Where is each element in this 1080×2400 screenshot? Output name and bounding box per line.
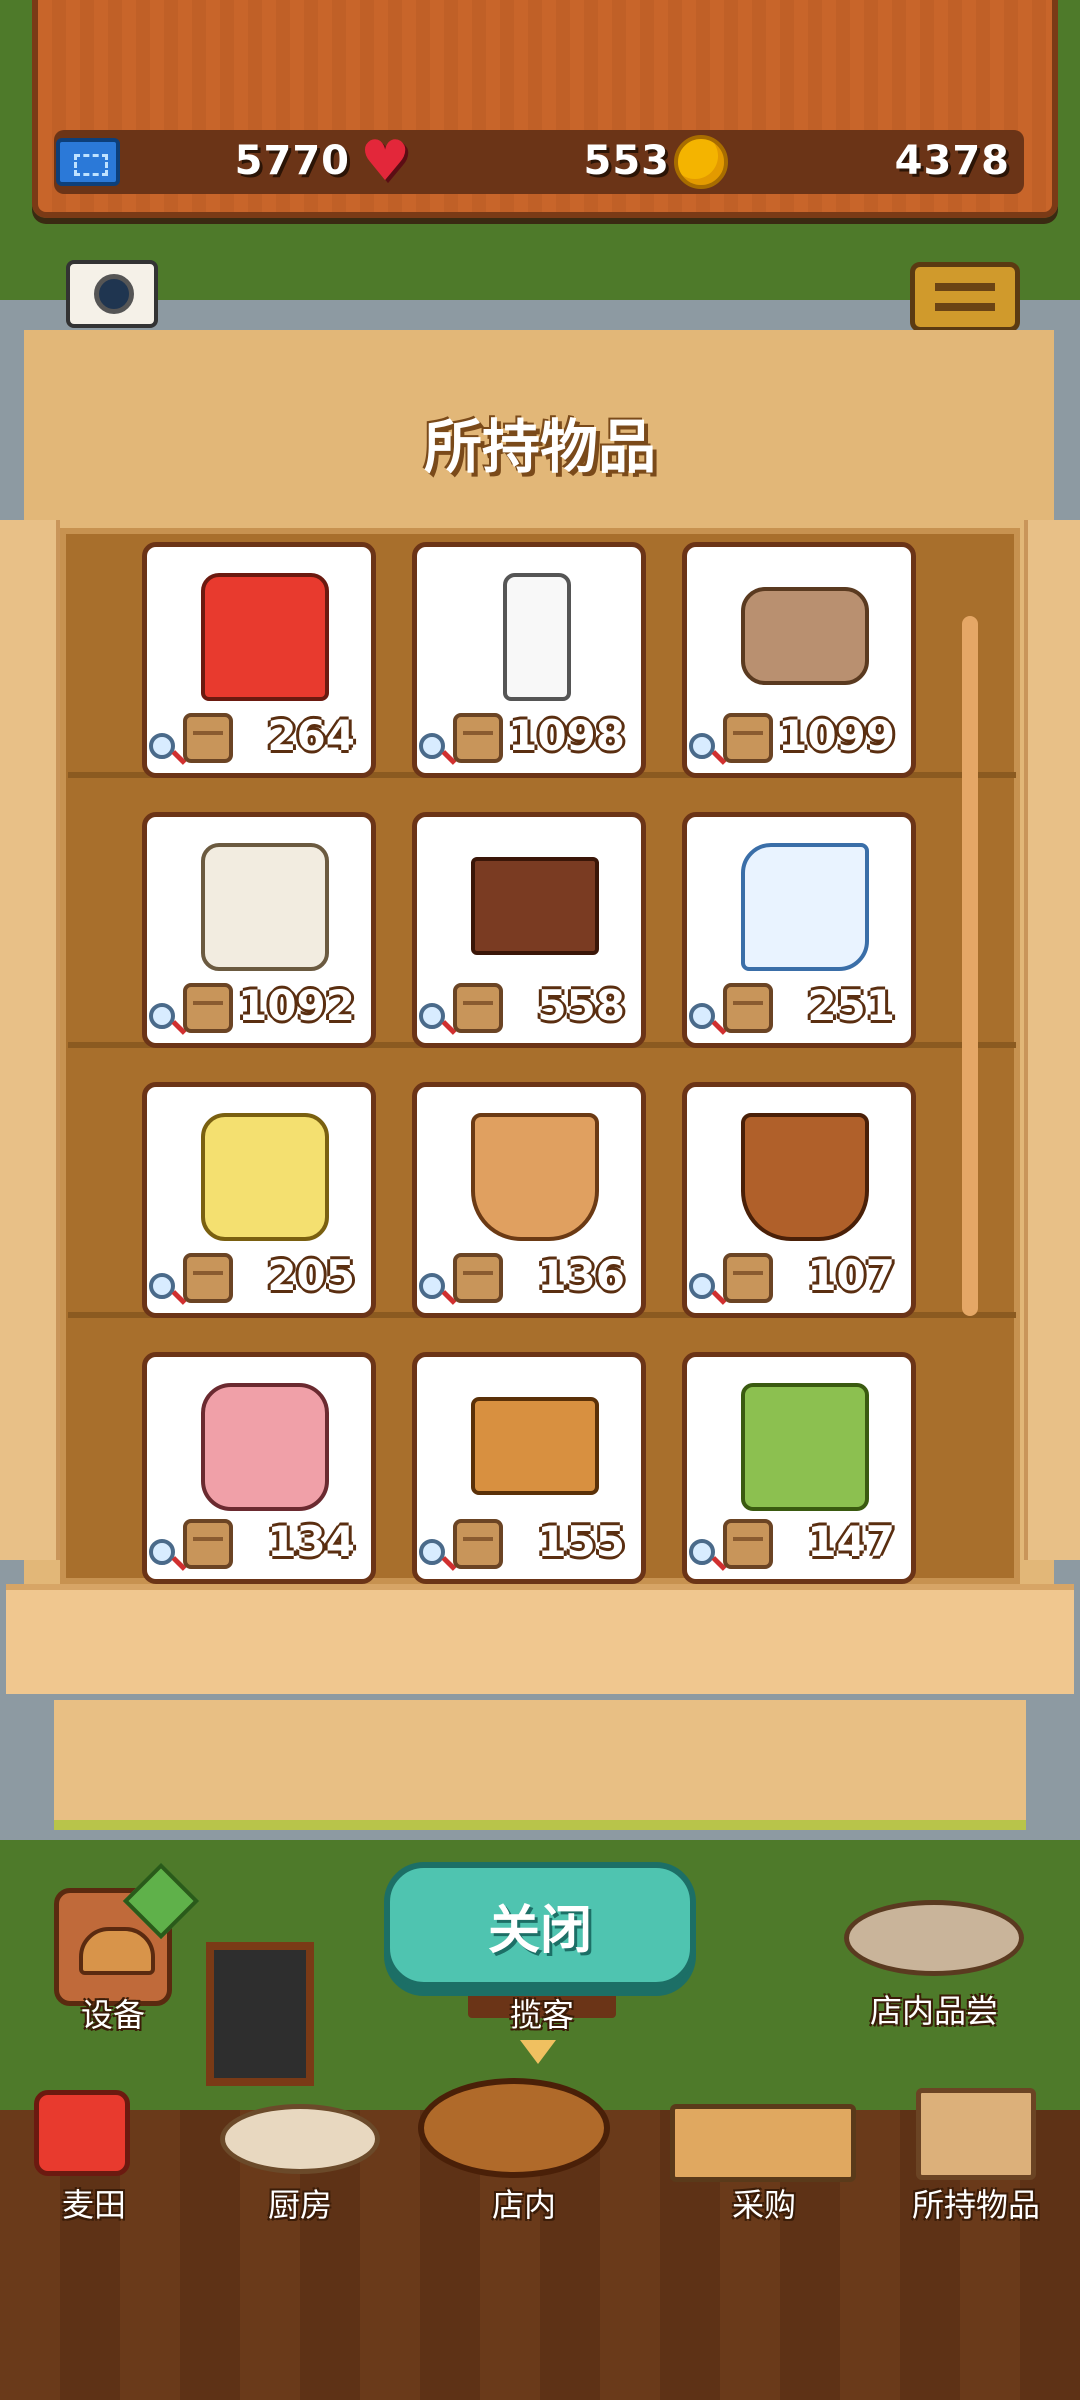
egg-sack-icon <box>741 587 869 685</box>
nav-item-inventory[interactable]: 所持物品 <box>896 2180 1056 2226</box>
scrollbar[interactable] <box>962 616 978 1316</box>
box-flap-right <box>1024 520 1080 1560</box>
flour-bag-icon <box>201 573 329 701</box>
box-icon <box>453 1253 503 1303</box>
wheat-field-icon[interactable] <box>34 2090 130 2176</box>
camera-button[interactable] <box>66 260 158 328</box>
box-flap-left <box>0 520 60 1560</box>
box-icon <box>183 1253 233 1303</box>
item-card[interactable]: 251 <box>682 812 916 1048</box>
equipment-label: 设备 <box>80 1996 145 2034</box>
nav-item-kitchen[interactable]: 厨房 <box>240 2180 360 2226</box>
cheese-butter-icon <box>201 1113 329 1241</box>
magnify-icon <box>419 1273 445 1299</box>
sugar-jar-icon <box>201 843 329 971</box>
item-card[interactable]: 155 <box>412 1352 646 1584</box>
item-card[interactable]: 147 <box>682 1352 916 1584</box>
panel-title: 所持物品 <box>423 413 656 481</box>
box-icon <box>723 1519 773 1569</box>
item-count: 155 <box>537 1517 625 1566</box>
heart-icon: ♥ <box>360 129 411 194</box>
item-count: 558 <box>537 981 625 1030</box>
magnify-icon <box>149 1273 175 1299</box>
box-icon <box>453 1519 503 1569</box>
item-card[interactable]: 1099 <box>682 542 916 778</box>
item-count: 1098 <box>508 711 625 760</box>
inventory-box-front <box>6 1584 1074 1694</box>
down-arrow-icon <box>520 2040 556 2064</box>
item-card[interactable]: 136 <box>412 1082 646 1318</box>
ticket-stat: 5770 <box>54 130 364 194</box>
purchase-icon[interactable] <box>670 2104 856 2182</box>
item-count: 136 <box>537 1251 625 1300</box>
store-icon[interactable] <box>418 2078 610 2178</box>
oil-bottles-icon <box>741 1383 869 1511</box>
camera-icon <box>94 274 134 314</box>
box-icon <box>183 983 233 1033</box>
box-icon <box>723 983 773 1033</box>
meat-icon <box>201 1383 329 1511</box>
heart-stat: ♥ 553 <box>354 130 684 194</box>
box-icon <box>183 1519 233 1569</box>
box-icon <box>723 1253 773 1303</box>
box-icon <box>453 983 503 1033</box>
fruit-basket-icon <box>471 1113 599 1241</box>
magnify-icon <box>419 1539 445 1565</box>
item-card[interactable]: 205 <box>142 1082 376 1318</box>
magnify-icon <box>689 1273 715 1299</box>
item-count: 134 <box>267 1517 355 1566</box>
item-count: 205 <box>267 1251 355 1300</box>
magnify-icon <box>689 733 715 759</box>
item-count: 147 <box>807 1517 895 1566</box>
nav-item-store[interactable]: 店内 <box>464 2180 584 2226</box>
menu-board-icon[interactable] <box>206 1942 314 2086</box>
menu-button[interactable] <box>910 262 1020 332</box>
cream-icon <box>741 843 869 971</box>
close-button[interactable]: 关闭 <box>384 1862 696 1988</box>
kitchen-icon[interactable] <box>220 2104 380 2174</box>
item-card[interactable]: 558 <box>412 812 646 1048</box>
item-count: 1099 <box>778 711 895 760</box>
item-count: 264 <box>267 711 355 760</box>
vegetable-basket-icon <box>741 1113 869 1241</box>
magnify-icon <box>689 1539 715 1565</box>
magnify-icon <box>419 733 445 759</box>
item-card[interactable]: 134 <box>142 1352 376 1584</box>
item-count: 1092 <box>238 981 355 1030</box>
ticket-count: 5770 <box>234 138 350 184</box>
attract-label: 揽客 <box>509 1996 574 2034</box>
coin-stat: 4378 <box>654 130 1024 194</box>
magnify-icon <box>149 733 175 759</box>
magnify-icon <box>149 1003 175 1029</box>
nav-item-wheat-field[interactable]: 麦田 <box>34 2180 154 2226</box>
tasting-label: 店内品尝 <box>869 1992 998 2030</box>
inventory-box-base <box>54 1700 1026 1830</box>
box-icon <box>183 713 233 763</box>
coin-icon <box>674 135 728 189</box>
inventory-box-icon[interactable] <box>916 2088 1036 2180</box>
menu-icon-line <box>935 303 995 311</box>
item-card[interactable]: 1092 <box>142 812 376 1048</box>
magnify-icon <box>419 1003 445 1029</box>
item-count: 107 <box>807 1251 895 1300</box>
item-count: 251 <box>807 981 895 1030</box>
spices-icon <box>471 1397 599 1495</box>
item-card[interactable]: 264 <box>142 542 376 778</box>
item-card[interactable]: 1098 <box>412 542 646 778</box>
ticket-icon <box>56 138 120 186</box>
box-icon <box>453 713 503 763</box>
nav-item-purchase[interactable]: 采购 <box>704 2180 824 2226</box>
stat-bar: 5770 ♥ 553 4378 <box>54 130 1024 194</box>
chocolate-bar-icon <box>471 857 599 955</box>
magnify-icon <box>689 1003 715 1029</box>
menu-icon <box>935 283 995 291</box>
box-icon <box>723 713 773 763</box>
close-button-label: 关闭 <box>487 1900 592 1961</box>
coin-count: 4378 <box>894 138 1010 184</box>
milk-bottle-icon <box>503 573 571 701</box>
magnify-icon <box>149 1539 175 1565</box>
item-card[interactable]: 107 <box>682 1082 916 1318</box>
tasting-icon[interactable] <box>844 1900 1024 1976</box>
